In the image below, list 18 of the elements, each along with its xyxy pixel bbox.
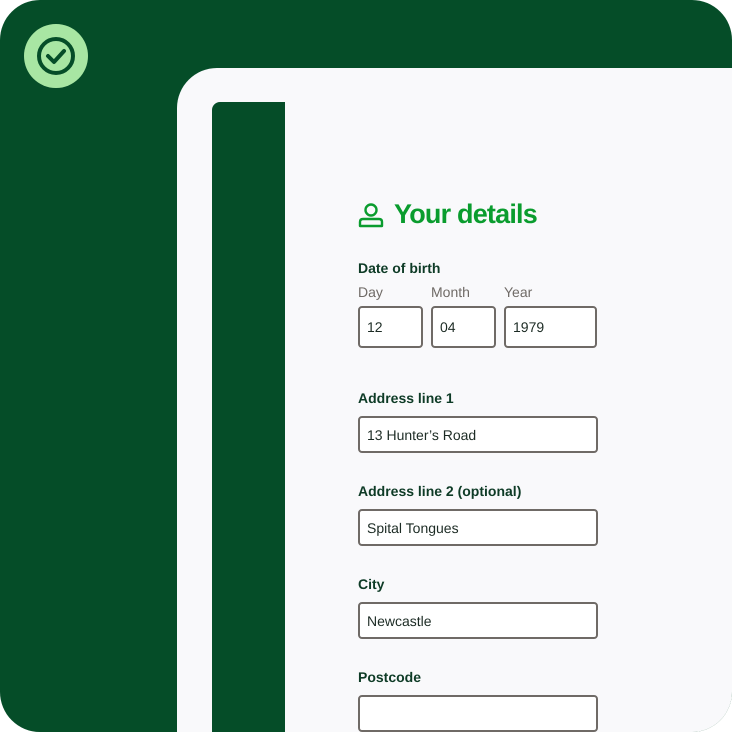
field-label: Address line 1 bbox=[358, 390, 454, 406]
field-label: Month bbox=[431, 284, 470, 300]
input-field[interactable]: Newcastle bbox=[358, 602, 598, 639]
field-label: Address line 2 (optional) bbox=[358, 483, 522, 499]
field-label: Date of birth bbox=[358, 260, 440, 276]
input-field[interactable]: 1979 bbox=[504, 306, 597, 348]
field-label: Day bbox=[358, 284, 383, 300]
input-field[interactable]: 13 Hunter’s Road bbox=[358, 416, 598, 453]
check-circle-icon bbox=[24, 24, 88, 88]
field-label: Year bbox=[504, 284, 532, 300]
input-field[interactable]: 12 bbox=[358, 306, 423, 348]
section-title: Your details bbox=[394, 199, 537, 230]
input-field[interactable]: 04 bbox=[431, 306, 496, 348]
field-label: Postcode bbox=[358, 669, 422, 685]
person-icon bbox=[358, 202, 384, 228]
field-label: City bbox=[358, 576, 384, 592]
input-field[interactable] bbox=[358, 695, 598, 732]
input-field[interactable]: Spital Tongues bbox=[358, 509, 598, 546]
